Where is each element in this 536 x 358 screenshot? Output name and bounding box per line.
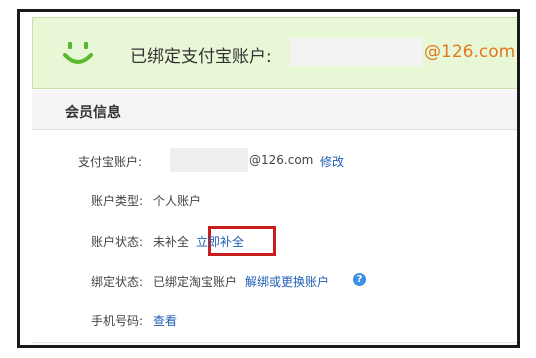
alipay-account-email: @126.com — [249, 153, 314, 167]
bottom-divider — [32, 342, 517, 343]
account-status-label: 账户状态: — [91, 235, 144, 249]
question-circle-icon[interactable]: ? — [353, 273, 366, 286]
alipay-bound-banner: 已绑定支付宝账户: @126.com — [32, 17, 517, 89]
phone-label: 手机号码: — [91, 314, 144, 328]
account-status-value: 未补全 — [153, 235, 190, 249]
modify-link[interactable]: 修改 — [320, 153, 344, 170]
alipay-account-label: 支付宝账户: — [78, 155, 143, 169]
masked-account-redaction — [291, 38, 423, 66]
smile-icon — [63, 42, 93, 64]
unbind-or-change-link[interactable]: 解绑或更换账户 — [245, 273, 329, 290]
account-type-label: 账户类型: — [91, 194, 144, 208]
account-type-value: 个人账户 — [153, 194, 202, 208]
content-frame: 已绑定支付宝账户: @126.com 会员信息 支付宝账户: @126.com … — [17, 9, 520, 348]
masked-account-short — [170, 148, 248, 172]
binding-status-label: 绑定状态: — [91, 275, 144, 289]
binding-status-value: 已绑定淘宝账户 — [153, 275, 238, 289]
section-title: 会员信息 — [65, 105, 121, 121]
banner-label: 已绑定支付宝账户: — [130, 47, 272, 67]
banner-email-domain: @126.com — [424, 42, 516, 62]
complete-now-link[interactable]: 立即补全 — [196, 233, 244, 250]
view-phone-link[interactable]: 查看 — [153, 312, 177, 329]
member-info-header: 会员信息 — [32, 90, 517, 130]
